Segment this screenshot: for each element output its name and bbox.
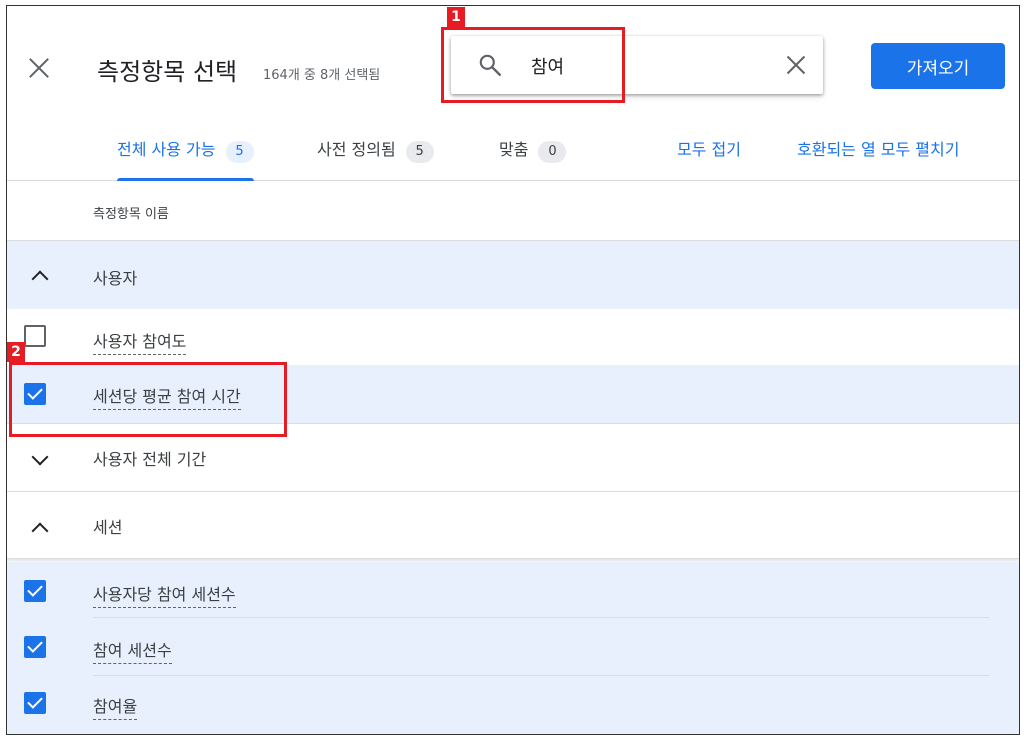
group-label: 세션	[93, 518, 123, 537]
tab-count-badge: 0	[538, 141, 567, 163]
checkbox[interactable]	[24, 692, 46, 714]
tab-count-badge: 5	[405, 141, 434, 163]
list-item[interactable]: 참여율	[7, 678, 1019, 730]
list-item[interactable]: 사용자 참여도	[7, 309, 1019, 365]
group-label: 사용자	[93, 269, 138, 288]
tab-label: 전체 사용 가능	[117, 140, 216, 159]
divider	[93, 675, 989, 676]
clear-search-icon[interactable]	[785, 54, 807, 76]
tab-predefined[interactable]: 사전 정의됨 5	[317, 136, 434, 180]
import-button[interactable]: 가져오기	[871, 43, 1005, 89]
selection-count: 164개 중 8개 선택됨	[263, 68, 381, 83]
checkbox[interactable]	[24, 325, 46, 347]
chevron-up-icon[interactable]	[31, 518, 49, 536]
callout-badge-1: 1	[447, 7, 465, 27]
metric-label: 사용자 참여도	[93, 332, 187, 355]
checkbox[interactable]	[24, 580, 46, 602]
metric-picker-dialog: 측정항목 선택 164개 중 8개 선택됨 가져오기 전체 사용 가능 5 사전 …	[6, 5, 1020, 735]
chevron-up-icon[interactable]	[31, 266, 49, 284]
callout-badge-2: 2	[7, 342, 25, 362]
collapse-all-link[interactable]: 모두 접기	[677, 136, 741, 160]
tab-custom[interactable]: 맞춤 0	[499, 136, 567, 180]
column-header: 측정항목 이름	[93, 207, 169, 222]
callout-box-2	[9, 362, 287, 437]
metric-label: 참여율	[93, 697, 138, 720]
list-item[interactable]: 사용자당 참여 세션수	[7, 566, 1019, 618]
metric-label: 사용자당 참여 세션수	[93, 585, 236, 608]
list-item[interactable]: 참여 세션수	[7, 622, 1019, 674]
group-user[interactable]: 사용자	[7, 240, 1019, 309]
close-icon[interactable]	[25, 54, 53, 82]
metric-label: 참여 세션수	[93, 641, 172, 664]
tab-count-badge: 5	[225, 141, 254, 163]
group-session[interactable]: 세션	[7, 491, 1019, 559]
tab-label: 맞춤	[499, 140, 529, 159]
tab-label: 사전 정의됨	[317, 140, 396, 159]
dialog-title: 측정항목 선택	[97, 58, 238, 86]
group-label: 사용자 전체 기간	[93, 450, 207, 469]
tab-all-available[interactable]: 전체 사용 가능 5	[117, 136, 254, 181]
chevron-down-icon[interactable]	[31, 450, 49, 468]
checkbox[interactable]	[24, 636, 46, 658]
tab-bar: 전체 사용 가능 5 사전 정의됨 5 맞춤 0 모두 접기 호환되는 열 모두 펼치…	[7, 126, 1019, 181]
expand-compatible-link[interactable]: 호환되는 열 모두 펼치기	[797, 136, 959, 160]
divider	[93, 617, 989, 618]
callout-box-1	[441, 27, 625, 103]
